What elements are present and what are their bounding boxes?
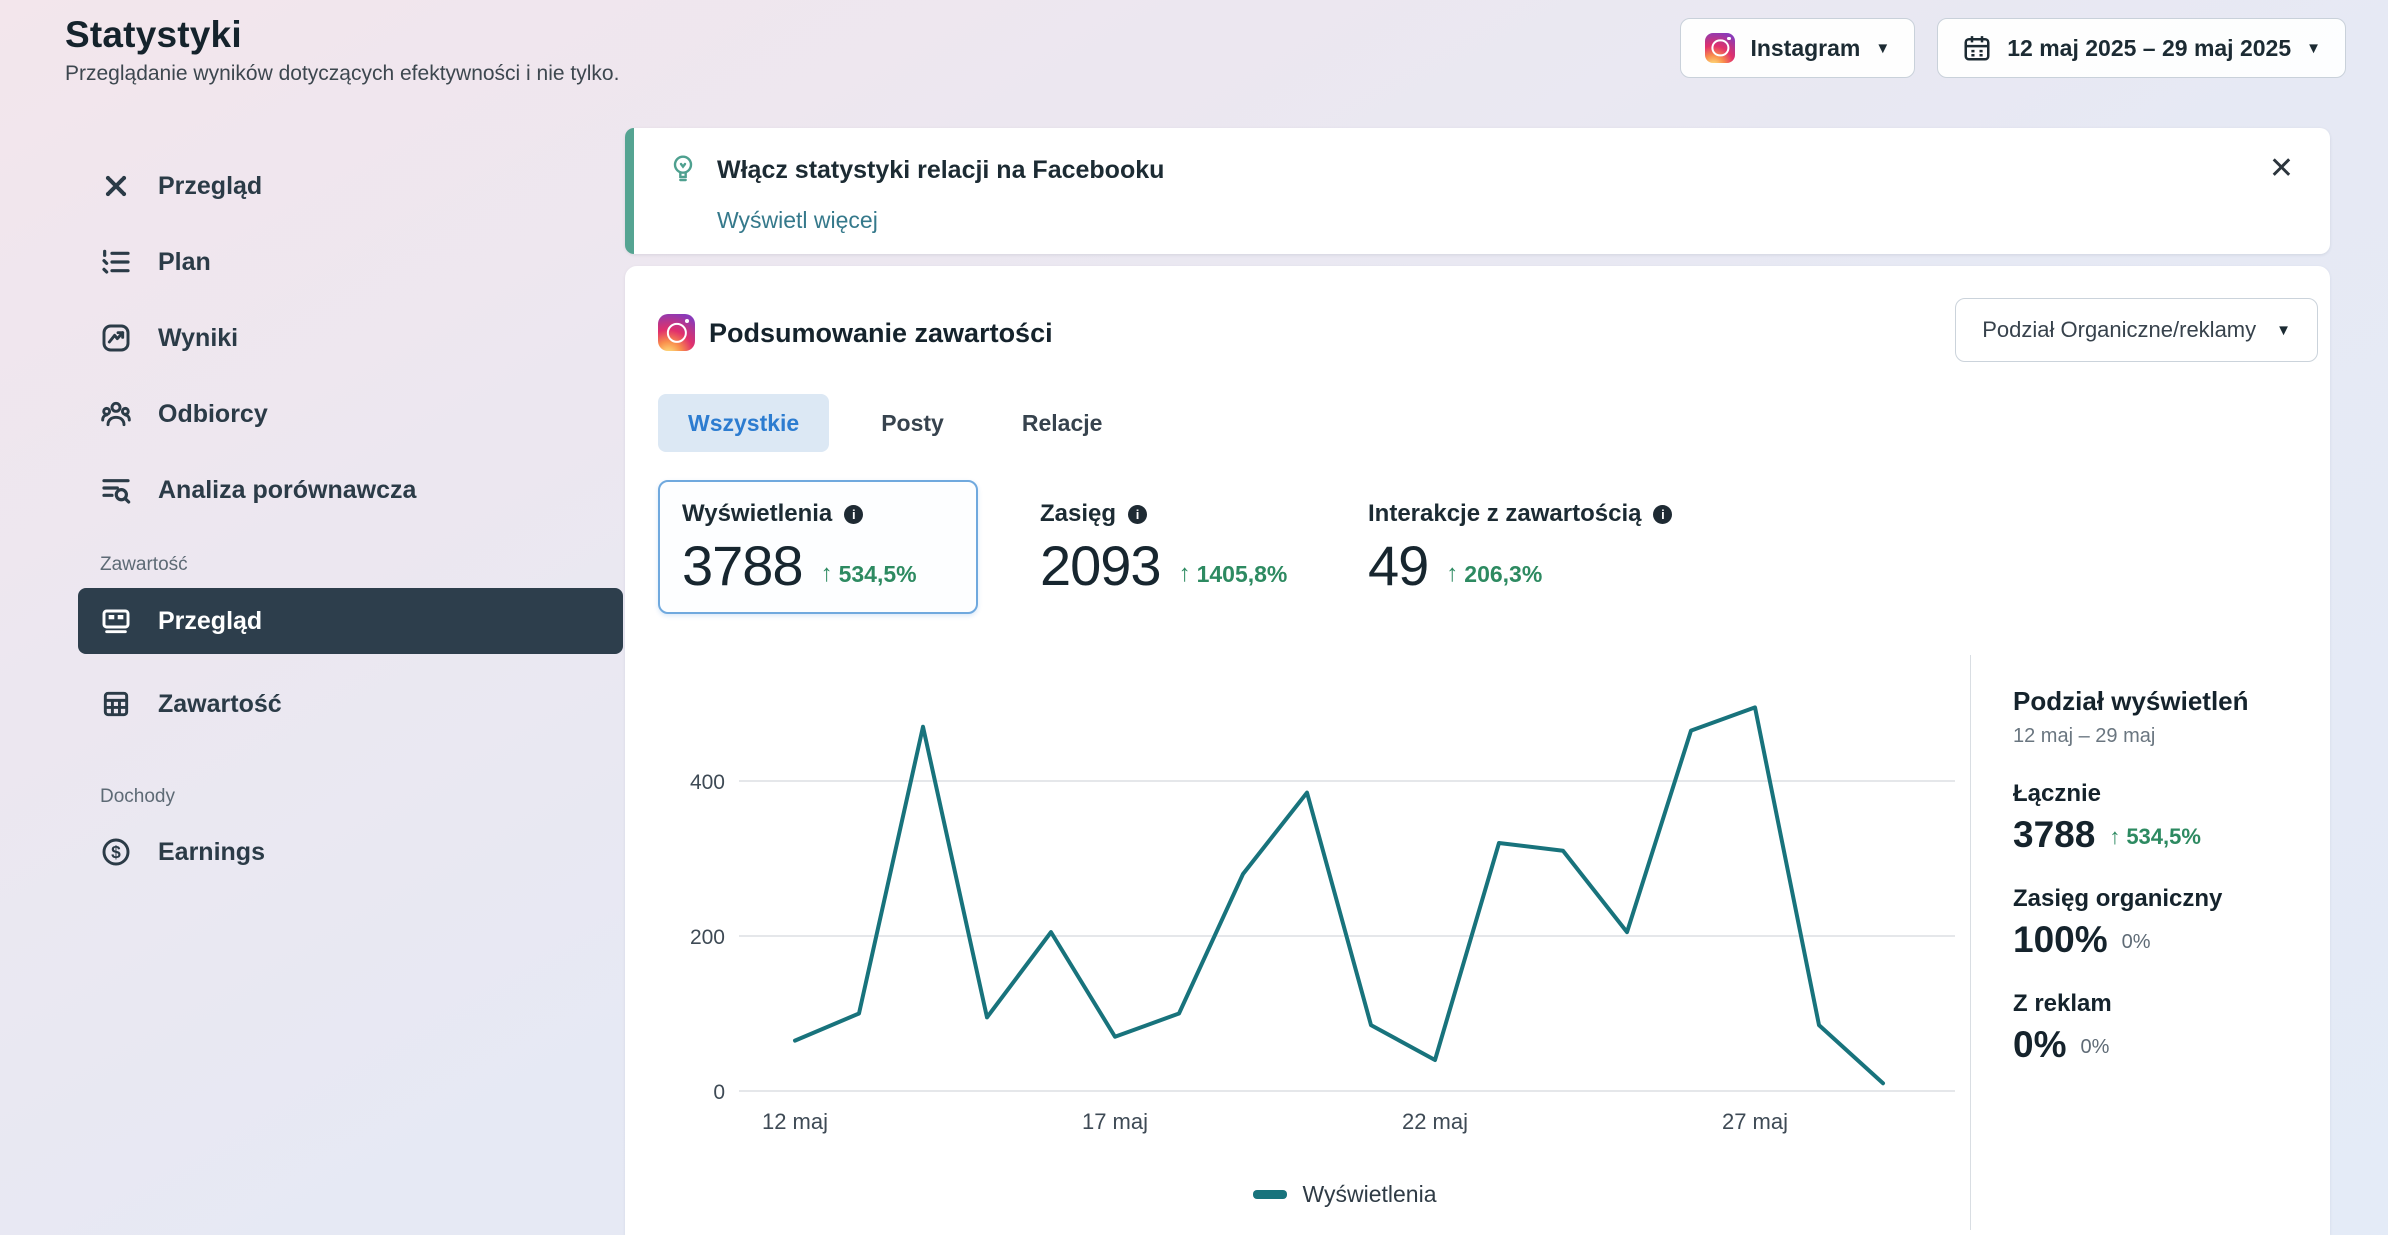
card-title: Podsumowanie zawartości xyxy=(709,318,1053,349)
sidebar-item-label: Przegląd xyxy=(158,607,262,636)
panel-row-label: Zasięg organiczny xyxy=(2013,885,2313,913)
sidebar-item-label: Analiza porównawcza xyxy=(158,476,416,505)
content-card-icon xyxy=(100,605,132,637)
metric-label: Zasięg i xyxy=(1040,500,1340,528)
panel-row-delta: 0% xyxy=(2080,1036,2109,1063)
ordered-list-icon xyxy=(100,246,132,278)
svg-text:27 maj: 27 maj xyxy=(1722,1109,1788,1134)
metric-delta: ↑ 206,3% xyxy=(1446,560,1542,594)
metric-value: 3788 xyxy=(682,538,803,594)
sidebar-item-label: Przegląd xyxy=(158,172,262,201)
panel-row-value: 0% xyxy=(2013,1026,2066,1063)
content-summary-card: Podsumowanie zawartości Podział Organicz… xyxy=(625,266,2330,1235)
sidebar-item-label: Plan xyxy=(158,248,211,277)
sidebar-item-label: Wyniki xyxy=(158,324,238,353)
svg-text:0: 0 xyxy=(713,1081,725,1104)
info-icon[interactable]: i xyxy=(1128,505,1147,524)
close-icon[interactable]: ✕ xyxy=(2269,154,2294,184)
metric-delta: ↑ 1405,8% xyxy=(1179,560,1288,594)
tab-all[interactable]: Wszystkie xyxy=(658,394,829,452)
sidebar-section-content: Zawartość xyxy=(100,554,623,576)
platform-selector-button[interactable]: Instagram ▼ xyxy=(1680,18,1915,78)
chart-legend: Wyświetlenia xyxy=(675,1181,2015,1208)
breakdown-dropdown-label: Podział Organiczne/reklamy xyxy=(1982,317,2256,343)
metric-value: 2093 xyxy=(1040,538,1161,594)
dollar-circle-icon: $ xyxy=(100,836,132,868)
metric-card-views[interactable]: Wyświetlenia i 3788 ↑ 534,5% xyxy=(658,480,978,614)
metric-card-reach[interactable]: Zasięg i 2093 ↑ 1405,8% xyxy=(1040,480,1340,594)
statistics-page: Statystyki Przeglądanie wyników dotycząc… xyxy=(0,0,2388,1235)
top-actions: Instagram ▼ 12 maj 2025 – 29 maj 2025 ▼ xyxy=(1680,18,2346,78)
metric-label: Wyświetlenia i xyxy=(682,500,954,528)
views-line-chart[interactable]: 0 200 400 12 maj 17 maj 22 maj 27 maj xyxy=(675,656,2015,1136)
tab-posts[interactable]: Posty xyxy=(855,394,970,452)
grid-table-icon xyxy=(100,688,132,720)
svg-text:200: 200 xyxy=(690,926,725,949)
legend-label: Wyświetlenia xyxy=(1302,1181,1436,1208)
metric-card-interactions[interactable]: Interakcje z zawartością i 49 ↑ 206,3% xyxy=(1368,480,1672,594)
sidebar-item-content[interactable]: Zawartość xyxy=(78,666,623,742)
trend-chart-icon xyxy=(100,322,132,354)
panel-date-range: 12 maj – 29 maj xyxy=(2013,725,2313,748)
metric-label: Interakcje z zawartością i xyxy=(1368,500,1672,528)
sidebar-item-overview[interactable]: Przegląd xyxy=(78,148,623,224)
metric-delta: ↑ 534,5% xyxy=(821,560,917,594)
chevron-down-icon: ▼ xyxy=(1875,40,1890,57)
chevron-down-icon: ▼ xyxy=(2276,322,2291,339)
sidebar-item-audience[interactable]: Odbiorcy xyxy=(78,376,623,452)
page-title: Statystyki xyxy=(65,14,242,56)
breakdown-dropdown[interactable]: Podział Organiczne/reklamy ▼ xyxy=(1955,298,2318,362)
sidebar-item-benchmarking[interactable]: Analiza porównawcza xyxy=(78,452,623,528)
content-tabs: Wszystkie Posty Relacje xyxy=(658,394,1128,452)
panel-title: Podział wyświetleń xyxy=(2013,686,2313,717)
sidebar-item-plan[interactable]: Plan xyxy=(78,224,623,300)
panel-row-delta: ↑ 534,5% xyxy=(2109,824,2201,853)
sidebar-item-label: Zawartość xyxy=(158,690,282,719)
up-arrow-icon: ↑ xyxy=(2109,824,2120,850)
lines-magnifier-icon xyxy=(100,474,132,506)
panel-row-value: 100% xyxy=(2013,921,2108,958)
up-arrow-icon: ↑ xyxy=(1446,560,1458,588)
sidebar-item-label: Odbiorcy xyxy=(158,400,268,429)
panel-row-label: Z reklam xyxy=(2013,990,2313,1018)
sidebar-section-income: Dochody xyxy=(100,786,623,808)
sidebar-item-earnings[interactable]: $ Earnings xyxy=(78,814,623,890)
instagram-icon xyxy=(658,314,695,351)
metric-value: 49 xyxy=(1368,538,1428,594)
calendar-icon xyxy=(1962,33,1992,63)
page-subtitle: Przeglądanie wyników dotyczących efektyw… xyxy=(65,62,619,86)
info-icon[interactable]: i xyxy=(1653,505,1672,524)
sidebar: Przegląd Plan Wyniki xyxy=(78,148,623,890)
svg-text:400: 400 xyxy=(690,771,725,794)
lightbulb-icon xyxy=(667,152,699,184)
instagram-icon xyxy=(1705,33,1735,63)
sidebar-item-results[interactable]: Wyniki xyxy=(78,300,623,376)
views-breakdown-panel: Podział wyświetleń 12 maj – 29 maj Łączn… xyxy=(2013,686,2313,1063)
people-icon xyxy=(100,398,132,430)
legend-swatch xyxy=(1253,1190,1287,1199)
overview-icon xyxy=(100,170,132,202)
svg-text:12 maj: 12 maj xyxy=(762,1109,828,1134)
tab-stories[interactable]: Relacje xyxy=(996,394,1129,452)
panel-row-label: Łącznie xyxy=(2013,780,2313,808)
svg-text:17 maj: 17 maj xyxy=(1082,1109,1148,1134)
metric-cards: Wyświetlenia i 3788 ↑ 534,5% Zasięg i xyxy=(658,480,1672,614)
sidebar-item-label: Earnings xyxy=(158,838,265,867)
svg-text:$: $ xyxy=(111,842,121,862)
date-range-button[interactable]: 12 maj 2025 – 29 maj 2025 ▼ xyxy=(1937,18,2346,78)
panel-row-value: 3788 xyxy=(2013,816,2095,853)
date-range-label: 12 maj 2025 – 29 maj 2025 xyxy=(2007,35,2291,62)
up-arrow-icon: ↑ xyxy=(1179,560,1191,588)
info-icon[interactable]: i xyxy=(844,505,863,524)
panel-row-delta: 0% xyxy=(2122,931,2151,958)
platform-selector-label: Instagram xyxy=(1750,35,1860,62)
banner-see-more-link[interactable]: Wyświetl więcej xyxy=(717,207,878,234)
panel-divider xyxy=(1970,655,1971,1230)
facebook-stories-banner: Włącz statystyki relacji na Facebooku Wy… xyxy=(625,128,2330,254)
banner-title: Włącz statystyki relacji na Facebooku xyxy=(717,156,1164,185)
chevron-down-icon: ▼ xyxy=(2306,40,2321,57)
up-arrow-icon: ↑ xyxy=(821,560,833,588)
svg-text:22 maj: 22 maj xyxy=(1402,1109,1468,1134)
sidebar-item-content-overview[interactable]: Przegląd xyxy=(78,588,623,654)
